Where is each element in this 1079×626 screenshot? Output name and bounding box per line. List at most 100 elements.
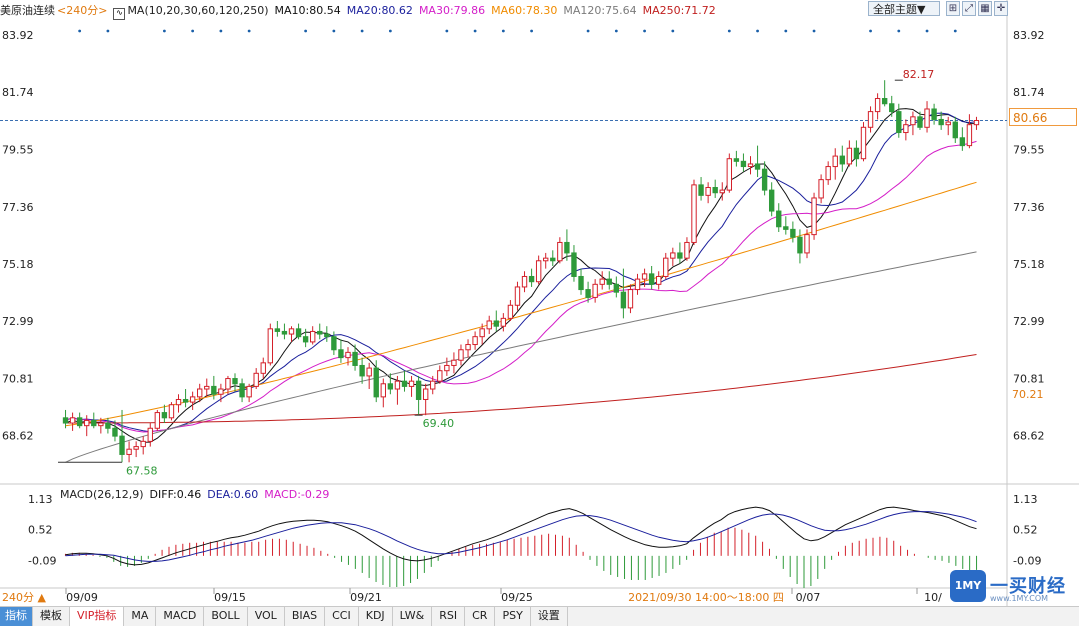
candle-body: [415, 380, 422, 400]
ma-legend: 美原油连续 <240分> ∿ MA(10,20,30,60,120,250) MA10:…: [0, 2, 722, 20]
candle-body: [924, 108, 930, 128]
y-tick-right-4: 75.18: [1013, 258, 1045, 271]
candlestick-chart[interactable]: 83.92 83.92 81.74 81.74 79.55 79.55 77.36 77.36…: [0, 0, 1079, 606]
tab-8[interactable]: CCI: [325, 607, 359, 626]
macd-legend-part-1: DIFF:0.46: [150, 488, 202, 501]
candle-body: [761, 168, 768, 191]
candle-body: [550, 257, 556, 262]
candle-body: [154, 412, 161, 429]
cursor-time-label: 2021/09/30 14:00～18:00 四: [628, 591, 784, 604]
macd-legend-part-2: DEA:0.60: [207, 488, 258, 501]
candle-body: [338, 349, 344, 359]
x-label-3: 09/25: [501, 591, 533, 604]
tab-4[interactable]: MACD: [156, 607, 205, 626]
candle-body: [528, 275, 535, 283]
signal-dot: [78, 29, 82, 33]
candle-body: [634, 278, 641, 291]
candle-body: [267, 328, 274, 364]
y-tick-right-2: 79.55: [1013, 144, 1045, 157]
theme-select-button[interactable]: 全部主题▼: [868, 1, 940, 16]
candle-body: [147, 427, 153, 442]
tab-3[interactable]: MA: [124, 607, 157, 626]
low-label-2: 69.40: [423, 417, 455, 430]
candle-body: [225, 378, 231, 390]
candle-body: [698, 184, 704, 196]
candle-body: [359, 364, 365, 377]
candle-body: [352, 351, 358, 366]
signal-dot: [501, 29, 505, 33]
signal-dot: [727, 29, 731, 33]
candle-body: [69, 417, 76, 424]
crosshair-icon[interactable]: ⊞: [946, 1, 960, 16]
fullscreen-icon[interactable]: ⤢: [962, 1, 976, 16]
tab-9[interactable]: KDJ: [359, 607, 393, 626]
candle-body: [945, 121, 951, 126]
tab-6[interactable]: VOL: [248, 607, 285, 626]
watermark-logo: 1MY: [950, 570, 986, 602]
candle-body: [514, 286, 521, 306]
macd-tick-right-1: 0.52: [1013, 524, 1038, 537]
candle-body: [670, 252, 676, 259]
tab-1[interactable]: 模板: [33, 607, 70, 626]
candle-body: [620, 291, 627, 309]
candle-body: [881, 98, 888, 105]
candle-body: [437, 370, 443, 382]
candle-body: [571, 252, 577, 277]
candle-body: [606, 278, 612, 285]
signal-dot: [784, 29, 788, 33]
candle-body: [543, 257, 549, 262]
candle-body: [733, 158, 740, 162]
macd-legend: MACD(26,12,9) DIFF:0.46 DEA:0.60 MACD:-0.29: [60, 488, 329, 501]
candle-body: [726, 158, 733, 191]
y-tick-left-2: 79.55: [2, 144, 34, 157]
x-label-5: 10/: [924, 591, 942, 604]
ma250-value: MA250:71.72: [642, 4, 716, 17]
y-tick-right-7: 68.62: [1013, 430, 1045, 443]
watermark-url: www.1MY.COM: [990, 594, 1049, 603]
move-icon[interactable]: ✛: [994, 1, 1008, 16]
tab-11[interactable]: RSI: [432, 607, 466, 626]
tab-0[interactable]: 指标: [0, 607, 33, 626]
indicator-tab-bar: 指标 模板 VIP指标 MA MACD BOLL VOL BIAS CCI KDJ LW& RSI CR…: [0, 606, 1079, 626]
candle-body: [521, 275, 528, 288]
macd-tick-right-0: 1.13: [1013, 493, 1038, 506]
candle-body: [648, 273, 655, 285]
candle-body: [663, 257, 669, 277]
candle-body: [677, 252, 683, 259]
y-tick-left-4: 75.18: [2, 258, 34, 271]
candle-body: [811, 197, 817, 236]
tab-5[interactable]: BOLL: [204, 607, 248, 626]
candle-body: [860, 126, 867, 160]
candle-body: [839, 155, 845, 165]
tab-12[interactable]: CR: [465, 607, 496, 626]
signal-dot: [360, 29, 364, 33]
candle-body: [931, 108, 937, 120]
signal-dot: [586, 29, 590, 33]
candle-body: [394, 380, 401, 390]
candle-body: [585, 289, 591, 298]
candle-body: [309, 330, 316, 343]
macd-legend-part-0: MACD(26,12,9): [60, 488, 144, 501]
tab-14[interactable]: 设置: [531, 607, 568, 626]
candle-body: [260, 362, 266, 374]
ma120-line: [65, 251, 977, 463]
ma-params: MA(10,20,30,60,120,250): [127, 4, 269, 17]
candle-body: [691, 184, 697, 243]
tab-13[interactable]: PSY: [495, 607, 531, 626]
tab-10[interactable]: LW&: [393, 607, 433, 626]
signal-dot: [812, 29, 816, 33]
candle-body: [846, 147, 853, 165]
candle-body: [804, 234, 810, 254]
candle-body: [105, 422, 111, 429]
period-label[interactable]: <240分>: [57, 4, 107, 17]
candle-body: [119, 435, 125, 455]
y-tick-left-7: 68.62: [2, 430, 34, 443]
candle-body: [366, 367, 372, 377]
candle-body: [832, 155, 838, 168]
grid-icon[interactable]: ▦: [978, 1, 992, 16]
candle-body: [168, 404, 175, 419]
tab-7[interactable]: BIAS: [285, 607, 326, 626]
signal-dot: [191, 29, 195, 33]
candle-body: [182, 398, 189, 403]
tab-2[interactable]: VIP指标: [70, 607, 125, 626]
